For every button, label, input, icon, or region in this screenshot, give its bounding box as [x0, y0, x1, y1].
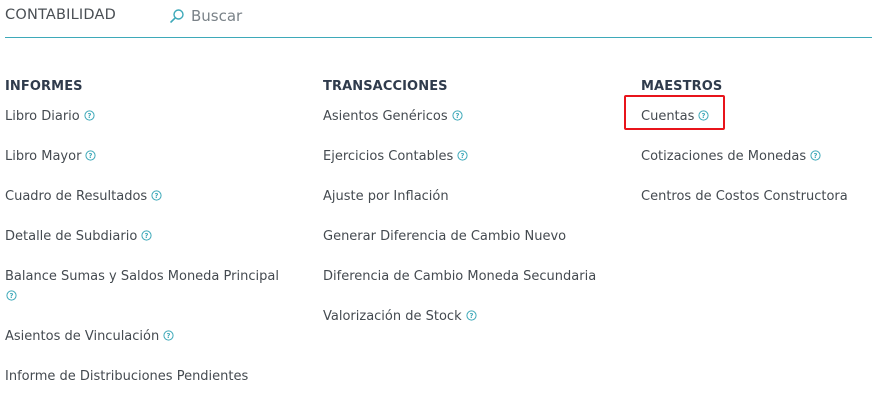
menu-item-label: Asientos Genéricos	[323, 109, 448, 124]
menu-item[interactable]: Generar Diferencia de Cambio Nuevo	[323, 227, 623, 247]
help-icon[interactable]: ?	[6, 290, 17, 301]
search-box[interactable]	[169, 5, 371, 27]
help-icon[interactable]: ?	[457, 150, 468, 161]
help-icon[interactable]: ?	[466, 310, 477, 321]
menu-item[interactable]: Asientos Genéricos?	[323, 107, 623, 127]
help-icon[interactable]: ?	[452, 110, 463, 121]
svg-text:?: ?	[702, 112, 706, 120]
menu-item-label: Diferencia de Cambio Moneda Secundaria	[323, 269, 597, 284]
menu-item[interactable]: Informe de Distribuciones Pendientes	[5, 367, 305, 387]
help-icon[interactable]: ?	[84, 110, 95, 121]
svg-text:?: ?	[814, 152, 818, 160]
menu-item-label: Cuentas	[641, 109, 695, 124]
svg-text:?: ?	[167, 332, 171, 340]
column-title: MAESTROS	[641, 79, 723, 94]
svg-text:?: ?	[89, 152, 93, 160]
menu-item[interactable]: Diferencia de Cambio Moneda Secundaria	[323, 267, 623, 287]
column-transacciones: TRANSACCIONES Asientos Genéricos? Ejercic…	[323, 77, 623, 347]
menu-item[interactable]: Balance Sumas y Saldos Moneda Principal?	[5, 267, 305, 307]
help-icon[interactable]: ?	[85, 150, 97, 161]
menu-item[interactable]: Ajuste por Inflación	[323, 187, 623, 207]
search-input[interactable]	[191, 7, 371, 25]
column-title: TRANSACCIONES	[323, 79, 448, 94]
menu-item[interactable]: Libro Mayor?	[5, 147, 305, 167]
menu-item[interactable]: Libro Diario?	[5, 107, 305, 127]
column-informes: INFORMES Libro Diario? Libro Mayor? Cuadro…	[5, 77, 305, 401]
menu-item-label: Informe de Distribuciones Pendientes	[5, 369, 249, 384]
svg-text:?: ?	[461, 152, 465, 160]
menu-item[interactable]: Cuentas?	[641, 107, 872, 127]
header: CONTABILIDAD	[5, 0, 872, 38]
menu-item[interactable]: Detalle de Subdiario?	[5, 227, 305, 247]
column-maestros: MAESTROS Cuentas? Cotizaciones de Monedas…	[641, 77, 872, 227]
menu-item-label: Generar Diferencia de Cambio Nuevo	[323, 229, 567, 244]
menu-item-label: Libro Mayor	[5, 149, 82, 164]
column-title: INFORMES	[5, 79, 83, 94]
help-icon[interactable]: ?	[141, 230, 152, 241]
menu-item-label: Asientos de Vinculación	[5, 329, 160, 344]
help-icon[interactable]: ?	[151, 190, 162, 201]
menu-item-label: Cotizaciones de Monedas	[641, 149, 807, 164]
menu-item-label: Centros de Costos Constructora	[641, 189, 848, 204]
search-icon	[170, 9, 184, 23]
menu-item[interactable]: Cotizaciones de Monedas?	[641, 147, 872, 167]
app-title: CONTABILIDAD	[5, 7, 117, 23]
help-icon[interactable]: ?	[810, 150, 821, 161]
menu-item-label: Balance Sumas y Saldos Moneda Principal	[5, 269, 279, 284]
menu-item-label: Ejercicios Contables	[323, 149, 454, 164]
svg-text:?: ?	[155, 192, 159, 200]
menu-item-label: Cuadro de Resultados	[5, 189, 148, 204]
page: CONTABILIDAD INFORMES Libro Diario?Libro…	[0, 0, 872, 401]
menu-item-label: Ajuste por Inflación	[323, 189, 449, 204]
menu-item[interactable]: Ejercicios Contables?	[323, 147, 623, 167]
menu-item-label: Libro Diario	[5, 109, 80, 124]
help-icon[interactable]: ?	[163, 330, 174, 341]
menu-item[interactable]: Valorización de Stock?	[323, 307, 623, 327]
menu-item-label: Detalle de Subdiario	[5, 229, 138, 244]
menu-list: Asientos Genéricos? Ejercicios Contables?…	[323, 107, 623, 327]
svg-text:?: ?	[145, 232, 149, 240]
menu-item-label: Valorización de Stock	[323, 309, 462, 324]
menu-item[interactable]: Centros de Costos Constructora	[641, 187, 872, 207]
menu-item[interactable]: Asientos de Vinculación?	[5, 327, 305, 347]
menu-list: Cuentas? Cotizaciones de Monedas? Centros …	[641, 107, 872, 207]
svg-text:?: ?	[469, 312, 473, 320]
svg-text:?: ?	[10, 292, 14, 300]
help-icon[interactable]: ?	[698, 110, 709, 121]
menu-item[interactable]: Cuadro de Resultados?	[5, 187, 305, 207]
svg-text:?: ?	[87, 112, 91, 120]
svg-text:?: ?	[455, 112, 459, 120]
menu-list: Libro Diario? Libro Mayor? Cuadro de Resul…	[5, 107, 305, 387]
